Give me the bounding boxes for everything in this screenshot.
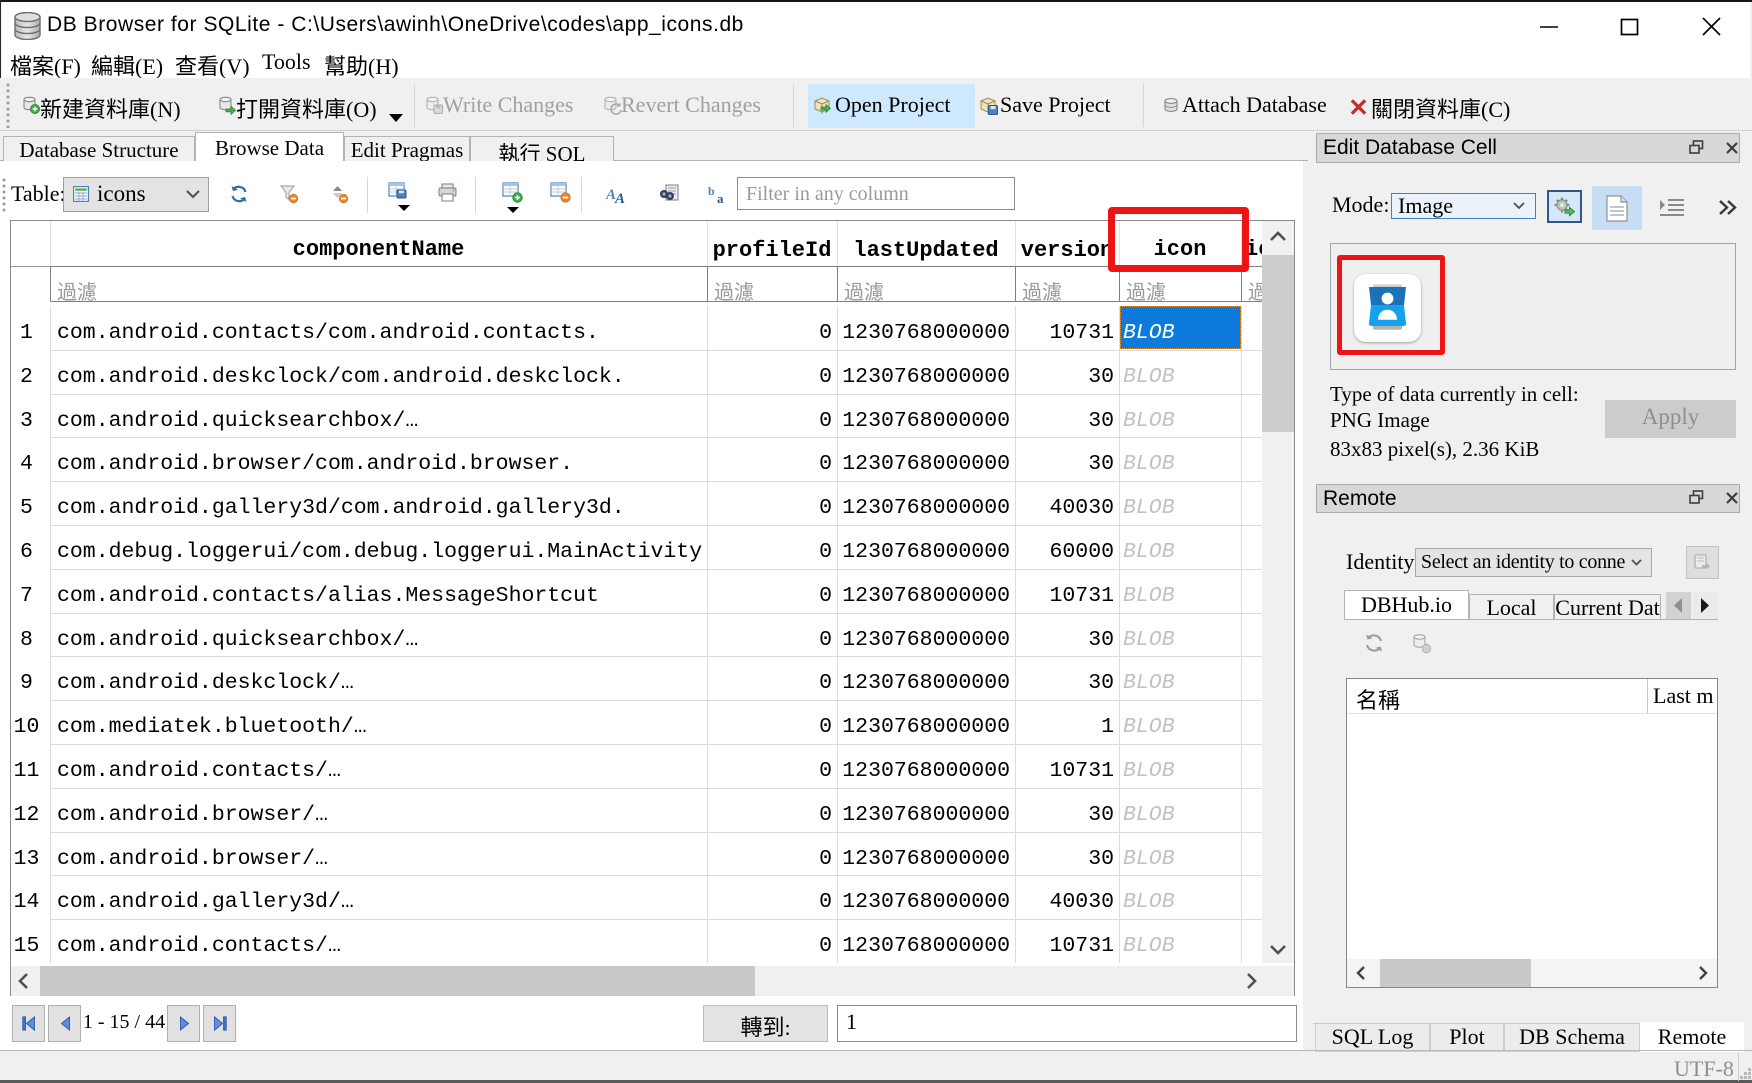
- svg-text:b: b: [708, 184, 715, 198]
- svg-text:a: a: [717, 191, 724, 205]
- svg-text:A: A: [614, 191, 625, 205]
